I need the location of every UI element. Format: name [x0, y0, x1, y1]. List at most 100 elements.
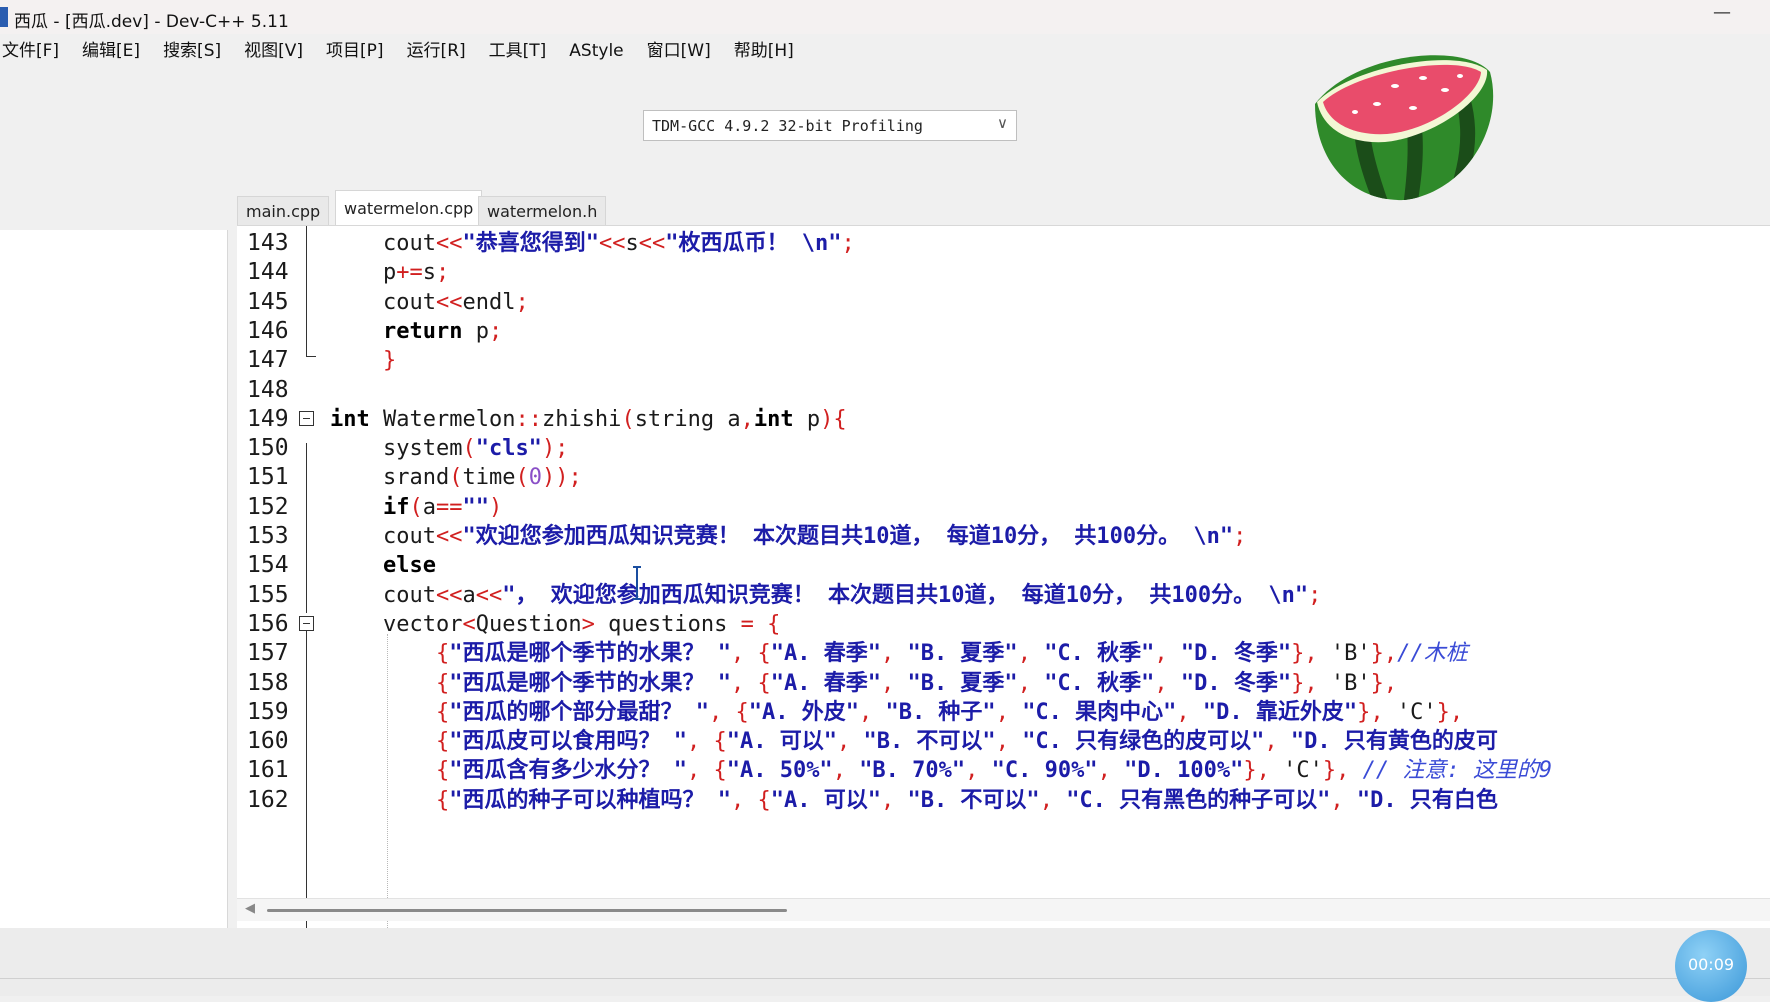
menu-item[interactable]: AStyle — [567, 41, 625, 61]
tab-main-cpp[interactable]: main.cpp — [237, 196, 330, 225]
code-token: a — [462, 582, 476, 608]
code-token: , — [832, 758, 860, 784]
menu-item[interactable]: 编辑[E] — [80, 36, 142, 61]
menu-item[interactable]: 搜索[S] — [161, 36, 223, 61]
code-text: {"西瓜是哪个季节的水果？ ", {"A. 春季", "B. 夏季", "C. … — [330, 637, 1468, 670]
code-token: ); — [541, 436, 569, 462]
code-token: { — [330, 699, 450, 725]
menu-item[interactable]: 运行[R] — [405, 36, 468, 61]
code-token: , — [836, 729, 864, 755]
code-text: system("cls"); — [330, 432, 568, 465]
code-token: , — [1017, 670, 1045, 696]
line-number: 146 — [247, 317, 289, 344]
line-number: 161 — [247, 757, 289, 784]
code-token: "西瓜的种子可以种植吗？ " — [449, 787, 731, 813]
minimize-button[interactable]: — — [1713, 2, 1731, 23]
scroll-left-icon[interactable]: ◀ — [245, 901, 255, 916]
code-token: "西瓜是哪个季节的水果？ " — [449, 641, 731, 667]
code-token: ( — [409, 494, 423, 520]
code-text: {"西瓜的种子可以种植吗？ ", {"A. 可以", "B. 不可以", "C.… — [330, 784, 1498, 817]
project-browser-panel[interactable] — [0, 230, 228, 928]
code-token: , { — [730, 787, 771, 813]
code-text: p+=s; — [330, 256, 449, 289]
menu-item[interactable]: 帮助[H] — [732, 36, 796, 61]
code-token: cout — [330, 582, 436, 608]
code-token: "D. 只有黄色的皮可 — [1290, 729, 1498, 755]
compiler-select[interactable]: TDM-GCC 4.9.2 32-bit Profiling ∨ — [643, 110, 1017, 141]
status-divider — [0, 978, 1770, 979]
line-number: 160 — [247, 728, 289, 755]
code-token: { — [330, 641, 450, 667]
line-number: 143 — [247, 230, 289, 256]
window-title: 西瓜 - [西瓜.dev] - Dev-C++ 5.11 — [14, 12, 289, 32]
code-token: :: — [515, 406, 542, 432]
code-token: "， 欢迎您参加西瓜知识竞赛！ 本次题目共10道， 每道10分， 共100分。 … — [502, 582, 1309, 608]
code-token: , — [1330, 787, 1357, 813]
code-token: { — [330, 729, 450, 755]
menu-item[interactable]: 窗口[W] — [645, 36, 713, 61]
code-token: ( — [462, 436, 476, 462]
code-token: , — [1154, 670, 1181, 696]
code-text: cout<<endl; — [330, 286, 529, 319]
code-text: } — [330, 344, 396, 377]
code-token: << — [598, 231, 626, 256]
code-token: < — [462, 611, 476, 637]
code-token: , — [858, 699, 886, 725]
horizontal-scrollbar[interactable]: ◀ — [237, 898, 1770, 921]
code-token: } — [330, 348, 397, 374]
code-token: "枚西瓜币！ \n" — [665, 231, 842, 256]
code-token: p — [330, 260, 397, 286]
recording-timer[interactable]: 00:09 — [1675, 930, 1747, 1002]
menu-item[interactable]: 文件[F] — [0, 36, 61, 61]
menu-item[interactable]: 项目[P] — [324, 36, 386, 61]
title-bar: 西瓜 - [西瓜.dev] - Dev-C++ 5.11 — — [0, 0, 1770, 34]
scrollbar-thumb[interactable] — [267, 909, 787, 912]
code-token: system — [330, 436, 463, 462]
code-token: , — [1017, 641, 1045, 667]
code-token: , — [880, 641, 908, 667]
code-token: // 注意: 这里的9 — [1362, 758, 1553, 784]
tab-watermelon-cpp[interactable]: watermelon.cpp — [335, 190, 483, 225]
code-text: {"西瓜皮可以食用吗？ ", {"A. 可以", "B. 不可以", "C. 只… — [330, 725, 1498, 758]
code-token: "C. 只有黑色的种子可以" — [1066, 787, 1331, 813]
code-token: if — [330, 494, 410, 520]
code-token: , — [965, 758, 992, 784]
code-token: else — [330, 553, 436, 579]
code-token: "cls" — [475, 436, 542, 462]
code-token: "B. 不可以" — [907, 787, 1040, 813]
chevron-down-icon[interactable]: ∨ — [997, 114, 1008, 132]
code-token: Question — [475, 611, 582, 637]
status-area — [0, 928, 1770, 996]
code-token: vector — [330, 611, 463, 637]
code-token: ( — [449, 465, 463, 491]
code-token: "D. 冬季" — [1180, 670, 1292, 696]
code-token: , — [880, 670, 908, 696]
menu-item[interactable]: 工具[T] — [487, 36, 549, 61]
code-text: cout<<"恭喜您得到"<<s<<"枚西瓜币！ \n"; — [330, 227, 855, 260]
code-token: << — [435, 289, 463, 315]
code-token: "恭喜您得到" — [462, 231, 599, 256]
code-token: p — [793, 406, 821, 432]
code-token: s — [625, 231, 639, 256]
code-token: "D. 靠近外皮" — [1202, 699, 1358, 725]
fold-toggle-icon[interactable] — [299, 410, 314, 426]
line-number: 153 — [247, 523, 289, 549]
code-token: , — [740, 406, 754, 432]
code-token: { — [330, 670, 450, 696]
menu-bar: 文件[F] 编辑[E] 搜索[S] 视图[V] 项目[P] 运行[R] 工具[T] AStyl… — [0, 36, 815, 64]
code-token: //木桩 — [1397, 641, 1468, 667]
code-token: , — [1264, 729, 1291, 755]
code-token: "西瓜皮可以食用吗？ " — [449, 729, 687, 755]
code-text: vector<Question> questions = { — [330, 608, 780, 641]
tab-watermelon-h[interactable]: watermelon.h — [478, 196, 607, 225]
code-token: questions — [594, 611, 741, 637]
line-number: 155 — [247, 581, 289, 608]
code-token: ( — [621, 406, 635, 432]
code-token: , — [880, 787, 908, 813]
code-token: 'B' — [1330, 641, 1371, 667]
menu-item[interactable]: 视图[V] — [242, 36, 305, 61]
fold-toggle-icon[interactable] — [299, 615, 314, 631]
code-token: ) — [488, 494, 503, 520]
code-token: "B. 夏季" — [907, 641, 1018, 667]
code-editor[interactable]: 143 cout<<"恭喜您得到"<<s<<"枚西瓜币！ \n"; 144 p+=… — [237, 225, 1770, 928]
